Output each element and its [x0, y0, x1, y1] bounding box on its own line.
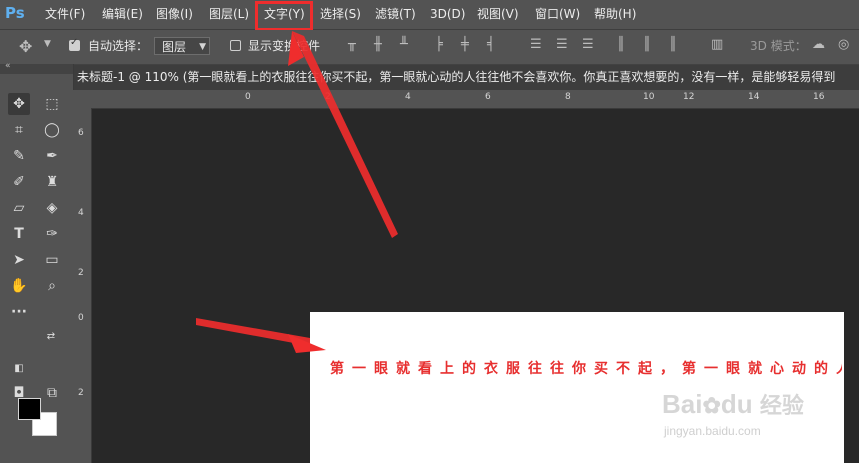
paw-icon: ✿ — [702, 393, 721, 418]
menu-edit[interactable]: 编辑(E) — [102, 0, 143, 29]
tools-panel-header[interactable]: « — [0, 61, 73, 74]
default-colors-icon[interactable]: ◧ — [12, 358, 26, 380]
ruler-label: 2 — [78, 268, 84, 278]
chevron-down-icon[interactable]: ▼ — [44, 39, 51, 49]
3d-orbit-icon[interactable]: ☁ — [812, 37, 825, 52]
auto-select-target-dropdown[interactable]: 图层 ▼ — [154, 37, 210, 55]
type-menu-highlight-box — [255, 1, 313, 31]
menu-help[interactable]: 帮助(H) — [594, 0, 636, 29]
align-vertical-center-icon[interactable]: ╫ — [374, 37, 382, 52]
menu-3d[interactable]: 3D(D) — [430, 0, 465, 29]
eyedropper-tool-icon[interactable]: ✒ — [41, 145, 63, 167]
document-tab[interactable]: 未标题-1 @ 110% (第一眼就看上的衣服往往你买不起，第一眼就心动的人往往… — [77, 65, 859, 90]
show-transform-checkbox[interactable] — [230, 40, 241, 51]
ruler-label: 10 — [643, 92, 655, 102]
hand-tool-icon[interactable]: ✋ — [8, 275, 30, 297]
eraser-tool-icon[interactable]: ▱ — [8, 197, 30, 219]
marquee-tool-icon[interactable]: ⬚ — [41, 93, 63, 115]
ruler-label: 8 — [565, 92, 571, 102]
quick-selection-tool-icon[interactable]: ✎ — [8, 145, 30, 167]
auto-select-checkbox[interactable] — [69, 37, 80, 51]
foreground-color-swatch[interactable] — [18, 398, 41, 420]
align-top-icon[interactable]: ╥ — [348, 37, 356, 52]
canvas-text-layer[interactable]: 第一眼就看上的衣服往往你买不起，第一眼就心动的人往往他不会喜欢你。 — [330, 358, 842, 378]
ruler-label: 16 — [813, 92, 825, 102]
chevron-down-icon: ▼ — [199, 42, 206, 52]
ruler-label: 6 — [485, 92, 491, 102]
watermark-logo: Bai✿du 经验 — [662, 388, 804, 420]
menu-file[interactable]: 文件(F) — [45, 0, 85, 29]
ruler-label: 2 — [325, 92, 331, 102]
watermark-brand-cn: 经验 — [759, 393, 804, 418]
more-tools-icon[interactable]: ··· — [8, 301, 30, 323]
ruler-label: 0 — [78, 313, 84, 323]
ruler-label: 4 — [405, 92, 411, 102]
photoshop-logo: Ps — [5, 4, 25, 22]
align-horizontal-center-icon[interactable]: ╪ — [461, 37, 469, 52]
distribute-top-icon[interactable]: ☰ — [530, 37, 542, 52]
show-transform-label: 显示变换控件 — [248, 39, 321, 53]
auto-align-icon[interactable]: ▥ — [711, 37, 723, 52]
pen-tool-icon[interactable]: ✑ — [41, 223, 63, 245]
watermark-brand2: du — [720, 389, 753, 419]
align-right-icon[interactable]: ╡ — [487, 37, 495, 52]
align-left-icon[interactable]: ╞ — [435, 37, 443, 52]
rectangle-tool-icon[interactable]: ▭ — [41, 249, 63, 271]
ruler-label: 4 — [78, 208, 84, 218]
menu-filter[interactable]: 滤镜(T) — [375, 0, 416, 29]
swap-colors-icon[interactable]: ⇄ — [44, 326, 58, 348]
3d-roll-icon[interactable]: ◎ — [838, 37, 849, 52]
type-tool-icon[interactable]: T — [8, 223, 30, 245]
distribute-right-icon[interactable]: ║ — [669, 37, 677, 52]
screen-mode-icon[interactable]: ⧉ — [41, 382, 63, 404]
distribute-left-icon[interactable]: ║ — [617, 37, 625, 52]
ruler-label: 0 — [245, 92, 251, 102]
ruler-label: 6 — [78, 128, 84, 138]
menu-bar: Ps 文件(F) 编辑(E) 图像(I) 图层(L) 文字(Y) 选择(S) 滤… — [0, 0, 859, 31]
menu-window[interactable]: 窗口(W) — [535, 0, 580, 29]
zoom-tool-icon[interactable]: ⌕ — [41, 275, 63, 297]
paint-bucket-tool-icon[interactable]: ◈ — [41, 197, 63, 219]
menu-view[interactable]: 视图(V) — [477, 0, 519, 29]
watermark-brand: Bai — [662, 389, 703, 419]
stamp-tool-icon[interactable]: ♜ — [41, 171, 63, 193]
vertical-ruler: 6 4 2 0 2 — [73, 108, 92, 463]
document-tab-bar: 未标题-1 @ 110% (第一眼就看上的衣服往往你买不起，第一眼就心动的人往往… — [73, 65, 859, 91]
crop-tool-icon[interactable]: ⌗ — [8, 119, 30, 141]
distribute-bottom-icon[interactable]: ☰ — [582, 37, 594, 52]
menu-select[interactable]: 选择(S) — [320, 0, 361, 29]
distribute-horizontal-center-icon[interactable]: ║ — [643, 37, 651, 52]
3d-mode-label: 3D 模式： — [750, 39, 807, 53]
move-icon[interactable]: ✥ — [19, 37, 32, 56]
tools-panel: « ✥ ⬚ ⌗ ◯ ✎ ✒ ✐ ♜ ▱ ◈ T ✑ ➤ ▭ ✋ ⌕ ··· ⇄ … — [0, 61, 74, 463]
lasso-tool-icon[interactable]: ◯ — [41, 119, 63, 141]
watermark-url: jingyan.baidu.com — [664, 424, 761, 438]
distribute-vertical-center-icon[interactable]: ☰ — [556, 37, 568, 52]
menu-image[interactable]: 图像(I) — [156, 0, 193, 29]
collapse-icon[interactable]: « — [5, 61, 11, 71]
menu-layer[interactable]: 图层(L) — [209, 0, 249, 29]
brush-tool-icon[interactable]: ✐ — [8, 171, 30, 193]
horizontal-ruler: 0 2 4 6 8 10 12 14 16 — [73, 90, 859, 109]
auto-select-label: 自动选择： — [88, 39, 149, 53]
dropdown-value: 图层 — [162, 40, 187, 54]
ruler-label: 12 — [683, 92, 695, 102]
move-tool-icon[interactable]: ✥ — [8, 93, 30, 115]
path-selection-tool-icon[interactable]: ➤ — [8, 249, 30, 271]
options-bar: ✥ ▼ 自动选择： 图层 ▼ 显示变换控件 ╥ ╫ ╨ ╞ ╪ ╡ ☰ ☰ ☰ … — [0, 30, 859, 65]
ruler-label: 2 — [78, 388, 84, 398]
ruler-label: 14 — [748, 92, 760, 102]
align-bottom-icon[interactable]: ╨ — [400, 37, 408, 52]
